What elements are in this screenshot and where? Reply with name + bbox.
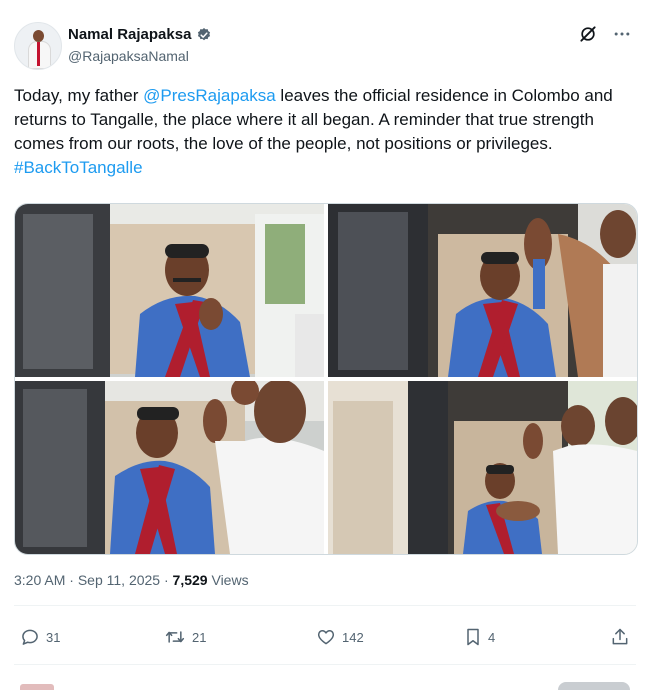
share-icon <box>612 628 628 645</box>
repost-icon <box>165 631 185 643</box>
media-grid <box>14 203 638 555</box>
hashtag-link[interactable]: #BackToTangalle <box>14 158 143 177</box>
repost-button[interactable]: 21 <box>164 622 206 652</box>
media-photo-2[interactable] <box>328 204 637 377</box>
tweet-text: Today, my father @PresRajapaksa leaves t… <box>14 84 626 180</box>
like-icon <box>317 630 335 645</box>
bookmark-icon <box>467 628 479 646</box>
grok-icon[interactable] <box>578 24 598 44</box>
verified-badge-icon <box>198 27 211 40</box>
tweet-post: Namal Rajapaksa @RajapaksaNamal Today, m… <box>0 0 650 690</box>
tweet-top-actions <box>578 24 632 44</box>
repost-count: 21 <box>192 629 207 645</box>
more-options-icon[interactable] <box>612 24 632 44</box>
media-photo-4[interactable] <box>328 381 637 554</box>
meta-separator-2: · <box>163 572 169 588</box>
avatar-figure-sash <box>37 42 40 66</box>
divider-top <box>14 605 636 606</box>
mention-link[interactable]: @PresRajapaksa <box>143 86 276 105</box>
reply-count: 31 <box>46 629 61 645</box>
like-count: 142 <box>342 629 364 645</box>
cropped-bottom-element-right[interactable] <box>558 682 630 690</box>
avatar-figure-head <box>33 30 44 42</box>
views-label: Views <box>211 572 249 588</box>
reply-button[interactable]: 31 <box>20 622 60 652</box>
tweet-date[interactable]: Sep 11, 2025 <box>78 572 160 588</box>
share-button[interactable] <box>610 622 636 652</box>
bookmark-button[interactable]: 4 <box>464 622 495 652</box>
reply-icon <box>22 629 38 645</box>
tweet-time[interactable]: 3:20 AM <box>14 572 65 588</box>
cropped-bottom-element-left <box>20 684 54 690</box>
like-button[interactable]: 142 <box>316 622 364 652</box>
meta-separator: · <box>69 572 74 588</box>
action-bar: 31 21 142 4 <box>14 622 636 652</box>
bookmark-count: 4 <box>488 629 496 645</box>
author-name[interactable]: Namal Rajapaksa <box>68 26 191 43</box>
author-avatar[interactable] <box>14 22 62 70</box>
views-count: 7,529 <box>172 572 208 588</box>
media-photo-1[interactable] <box>15 204 324 377</box>
author-name-row: Namal Rajapaksa <box>68 26 212 43</box>
divider-bottom <box>14 664 636 665</box>
tweet-meta: 3:20 AM · Sep 11, 2025 · 7,529 Views <box>14 572 249 588</box>
tweet-text-before: Today, my father <box>14 86 144 105</box>
media-photo-3[interactable] <box>15 381 324 554</box>
author-handle[interactable]: @RajapaksaNamal <box>68 48 189 64</box>
